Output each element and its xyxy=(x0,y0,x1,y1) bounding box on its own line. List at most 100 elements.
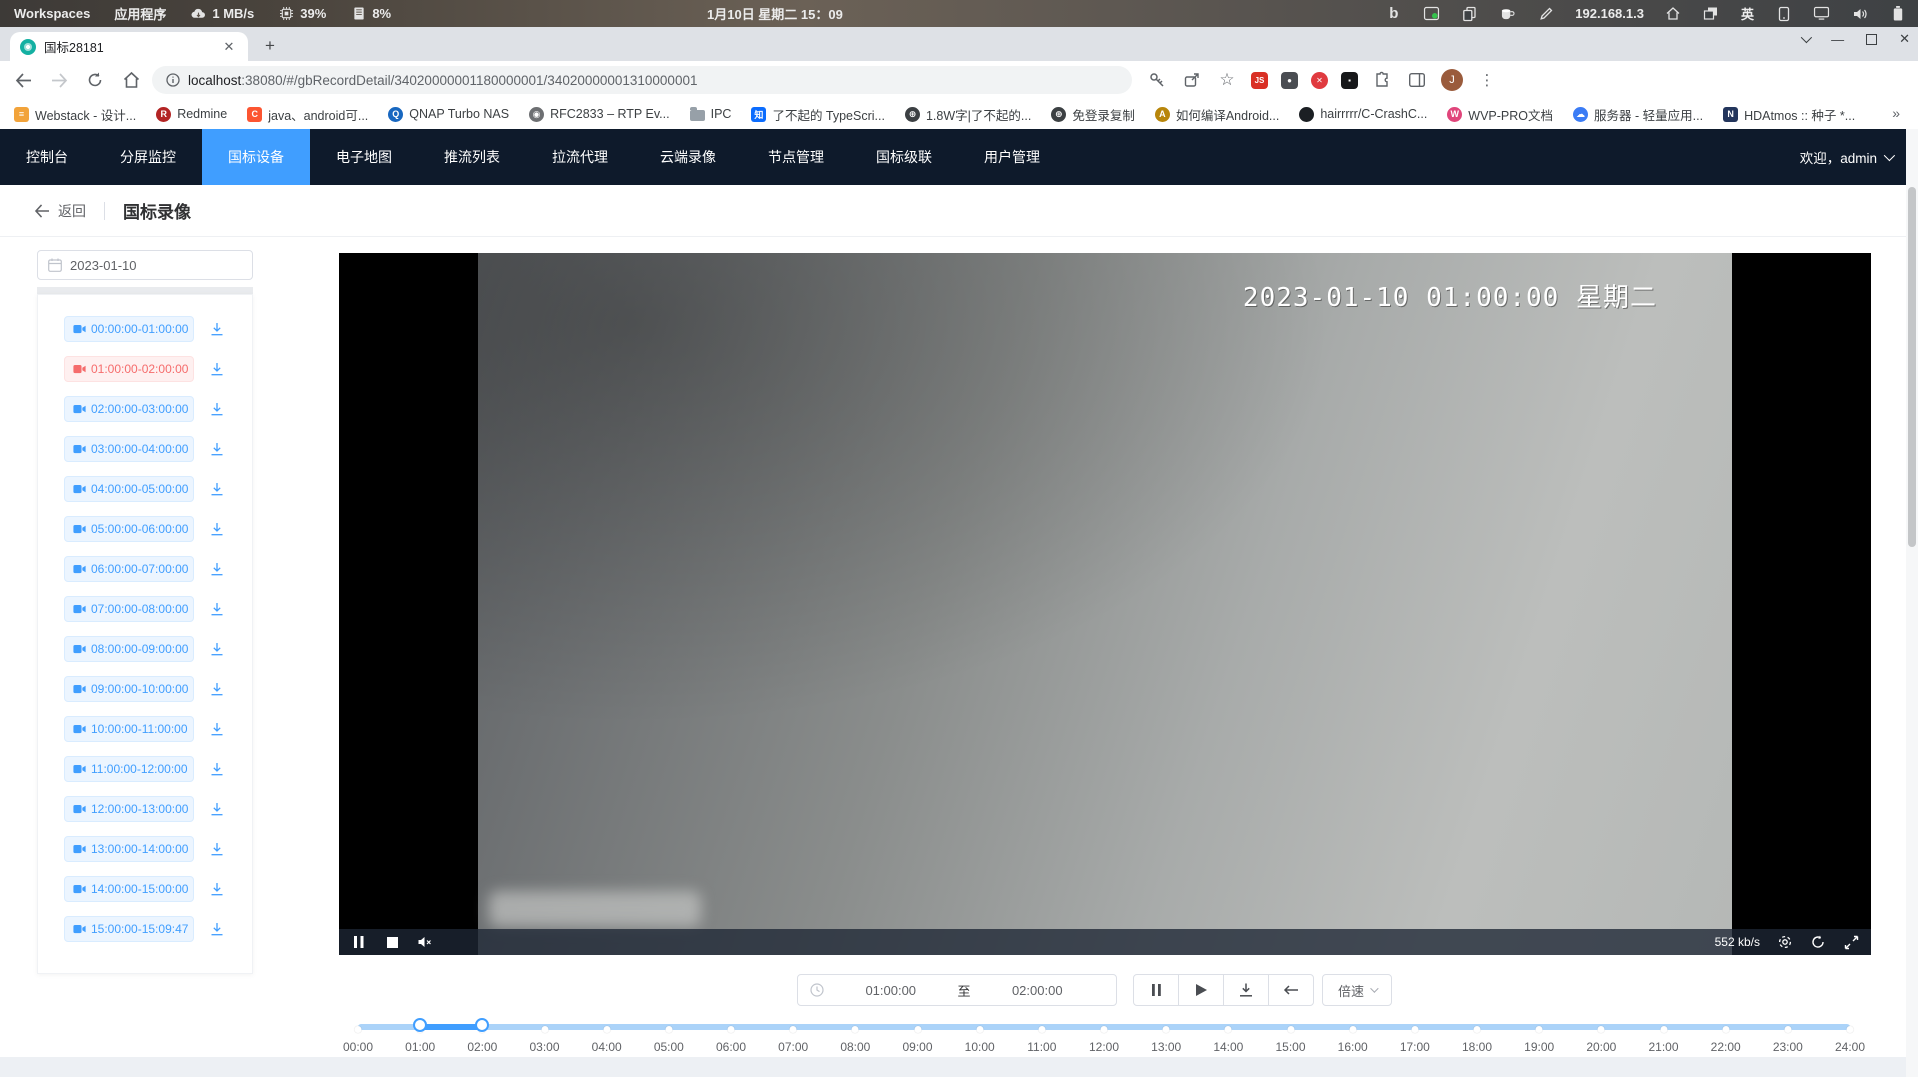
new-tab-button[interactable]: + xyxy=(258,35,282,59)
record-chip[interactable]: 00:00:00-01:00:00 xyxy=(64,316,194,342)
browser-tab[interactable]: 国标28181 ✕ xyxy=(10,32,248,61)
nav-item[interactable]: 推流列表 xyxy=(418,129,526,185)
nav-item[interactable]: 云端录像 xyxy=(634,129,742,185)
bookmark-item[interactable]: ☁ 服务器 - 轻量应用... xyxy=(1573,105,1703,124)
bookmark-item[interactable]: N HDAtmos :: 种子 *... xyxy=(1723,105,1855,124)
record-download-button[interactable] xyxy=(208,880,226,898)
range-end-value[interactable]: 02:00:00 xyxy=(971,983,1105,998)
record-download-button[interactable] xyxy=(208,560,226,578)
clock[interactable]: 1月10日 星期二 15：09 xyxy=(707,0,843,27)
nav-item[interactable]: 用户管理 xyxy=(958,129,1066,185)
site-info-icon[interactable] xyxy=(166,73,180,87)
range-start-value[interactable]: 01:00:00 xyxy=(824,983,958,998)
record-chip[interactable]: 01:00:00-02:00:00 xyxy=(64,356,194,382)
record-chip[interactable]: 10:00:00-11:00:00 xyxy=(64,716,194,742)
nav-item[interactable]: 分屏监控 xyxy=(94,129,202,185)
bookmark-item[interactable]: Q QNAP Turbo NAS xyxy=(388,107,509,122)
screenshot-tray-icon[interactable] xyxy=(1423,5,1440,22)
record-chip[interactable]: 03:00:00-04:00:00 xyxy=(64,436,194,462)
player-settings-icon[interactable] xyxy=(1777,934,1793,950)
forward-icon[interactable] xyxy=(48,69,70,91)
windows-tray-icon[interactable] xyxy=(1703,5,1720,22)
record-download-button[interactable] xyxy=(208,720,226,738)
address-bar[interactable]: localhost:38080/#/gbRecordDetail/3402000… xyxy=(152,66,1132,94)
ip-address[interactable]: 192.168.1.3 xyxy=(1575,6,1644,21)
record-chip[interactable]: 02:00:00-03:00:00 xyxy=(64,396,194,422)
date-picker-input[interactable]: 2023-01-10 xyxy=(37,250,253,280)
record-download-button[interactable] xyxy=(208,360,226,378)
applications-button[interactable]: 应用程序 xyxy=(114,4,166,23)
record-chip[interactable]: 13:00:00-14:00:00 xyxy=(64,836,194,862)
pen-tray-icon[interactable] xyxy=(1537,5,1554,22)
key-icon[interactable] xyxy=(1146,69,1168,91)
record-chip[interactable]: 08:00:00-09:00:00 xyxy=(64,636,194,662)
tab-search-chevron-icon[interactable] xyxy=(1801,32,1812,43)
record-download-button[interactable] xyxy=(208,320,226,338)
record-chip[interactable]: 11:00:00-12:00:00 xyxy=(64,756,194,782)
bookmark-item[interactable]: 知 了不起的 TypeScri... xyxy=(751,105,885,124)
nav-item[interactable]: 国标设备 xyxy=(202,129,310,185)
bookmark-item[interactable]: A 如何编译Android... xyxy=(1155,105,1280,124)
record-chip[interactable]: 15:00:00-15:09:47 xyxy=(64,916,194,942)
bookmarks-overflow-chevron[interactable]: » xyxy=(1892,105,1900,121)
window-close-button[interactable]: ✕ xyxy=(1899,31,1910,47)
bookmark-item[interactable]: ⊕ 1.8W字|了不起的... xyxy=(905,105,1031,124)
record-chip[interactable]: 12:00:00-13:00:00 xyxy=(64,796,194,822)
home-tray-icon[interactable] xyxy=(1665,5,1682,22)
player-fullscreen-icon[interactable] xyxy=(1843,934,1859,950)
window-minimize-button[interactable]: — xyxy=(1831,32,1844,47)
record-download-button[interactable] xyxy=(208,840,226,858)
nav-item[interactable]: 拉流代理 xyxy=(526,129,634,185)
play-button[interactable] xyxy=(1178,974,1224,1006)
bookmark-item[interactable]: R Redmine xyxy=(156,107,227,122)
battery-tray-icon[interactable] xyxy=(1889,5,1906,22)
bookmark-item[interactable]: hairrrrr/C-CrashC... xyxy=(1299,107,1427,122)
record-download-button[interactable] xyxy=(208,400,226,418)
player-refresh-icon[interactable] xyxy=(1810,934,1826,950)
download-button[interactable] xyxy=(1223,974,1269,1006)
back-icon[interactable] xyxy=(12,69,34,91)
record-chip[interactable]: 07:00:00-08:00:00 xyxy=(64,596,194,622)
extensions-puzzle-icon[interactable] xyxy=(1371,69,1393,91)
record-download-button[interactable] xyxy=(208,640,226,658)
nav-item[interactable]: 电子地图 xyxy=(310,129,418,185)
time-range-input[interactable]: 01:00:00 至 02:00:00 xyxy=(797,974,1117,1006)
seek-back-button[interactable] xyxy=(1268,974,1314,1006)
nav-item[interactable]: 国标级联 xyxy=(850,129,958,185)
scrollbar-thumb[interactable] xyxy=(1908,187,1916,547)
timeline-end-handle[interactable] xyxy=(475,1018,489,1032)
profile-avatar[interactable]: J xyxy=(1441,69,1463,91)
workspaces-button[interactable]: Workspaces xyxy=(14,6,90,21)
player-stop-icon[interactable] xyxy=(384,934,400,950)
record-chip[interactable]: 06:00:00-07:00:00 xyxy=(64,556,194,582)
share-icon[interactable] xyxy=(1181,69,1203,91)
clipboard-tray-icon[interactable] xyxy=(1461,5,1478,22)
timeline-start-handle[interactable] xyxy=(413,1018,427,1032)
timeline-slider[interactable]: 00:0001:0002:0003:0004:0005:0006:0007:00… xyxy=(358,1004,1850,1064)
coffee-tray-icon[interactable] xyxy=(1499,5,1516,22)
playback-speed-dropdown[interactable]: 倍速 xyxy=(1322,974,1392,1006)
bookmark-item[interactable]: ⊕ 免登录复制 xyxy=(1051,105,1135,124)
reload-icon[interactable] xyxy=(84,69,106,91)
input-language-indicator[interactable]: 英 xyxy=(1741,4,1754,23)
record-download-button[interactable] xyxy=(208,600,226,618)
extension-blocker-icon[interactable]: ✕ xyxy=(1311,72,1328,89)
extension-js-icon[interactable]: JS xyxy=(1251,72,1268,89)
display-tray-icon[interactable] xyxy=(1813,5,1830,22)
bookmark-star-icon[interactable]: ☆ xyxy=(1216,69,1238,91)
record-download-button[interactable] xyxy=(208,440,226,458)
back-button[interactable]: 返回 xyxy=(34,201,86,221)
extension-black-icon[interactable]: ▪ xyxy=(1341,72,1358,89)
record-download-button[interactable] xyxy=(208,800,226,818)
nav-item[interactable]: 节点管理 xyxy=(742,129,850,185)
player-mute-icon[interactable] xyxy=(417,934,433,950)
record-download-button[interactable] xyxy=(208,760,226,778)
record-download-button[interactable] xyxy=(208,920,226,938)
bookmark-item[interactable]: ◉ RFC2833 – RTP Ev... xyxy=(529,107,670,122)
phone-link-iconon[interactable] xyxy=(1775,5,1792,22)
record-download-button[interactable] xyxy=(208,480,226,498)
record-chip[interactable]: 05:00:00-06:00:00 xyxy=(64,516,194,542)
nav-item[interactable]: 控制台 xyxy=(0,129,94,185)
extension-dark-icon[interactable]: ● xyxy=(1281,72,1298,89)
pause-button[interactable] xyxy=(1133,974,1179,1006)
